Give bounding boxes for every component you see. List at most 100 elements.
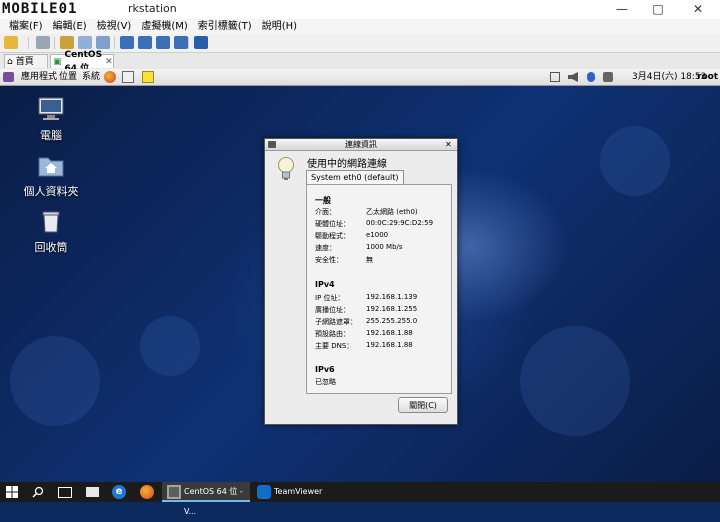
connection-info-dialog: 連線資訊 ✕ 使用中的網路連線 System eth0 (default) 一般… [264, 138, 458, 425]
window-title: rkstation [128, 2, 177, 15]
menubar: 檔案(F) 編輯(E) 檢視(V) 虛擬機(M) 索引標籤(T) 說明(H) [0, 19, 720, 34]
gnome-top-panel: 應用程式 位置 系統 3月4日(六) 18:53 root [0, 69, 720, 86]
thumbnail-icon[interactable] [138, 36, 152, 49]
info-value: 無 [366, 256, 373, 264]
firefox-icon[interactable] [140, 485, 154, 499]
menu-view[interactable]: 檢視(V) [92, 19, 137, 34]
trash-icon [42, 211, 60, 233]
tab-home-label: 首頁 [15, 56, 34, 67]
teamviewer-icon [257, 485, 271, 499]
desktop-icon-label: 回收筒 [34, 241, 68, 254]
info-key: 主要 DNS： [315, 342, 354, 350]
vm-icon: ▣ [53, 56, 62, 67]
dialog-heading: 使用中的網路連線 [307, 159, 387, 170]
tab-system-eth0[interactable]: System eth0 (default) [306, 170, 404, 185]
close-window-button[interactable]: ✕ [684, 0, 712, 19]
mail-icon[interactable] [86, 487, 99, 497]
section-ipv6-title: IPv6 [315, 365, 335, 374]
info-value: 192.168.1.88 [366, 329, 413, 337]
toolbar-separator [54, 37, 55, 49]
info-key: 硬體位址： [315, 220, 350, 228]
info-key: 子網路遮罩： [315, 318, 357, 326]
toolbar [0, 34, 720, 53]
lightbulb-icon [278, 157, 294, 180]
power-icon[interactable] [4, 36, 18, 49]
centos-logo-icon [3, 72, 14, 82]
wallpaper-bokeh [10, 336, 100, 426]
info-key: 介面： [315, 208, 336, 216]
desktop-icon-label: 電腦 [40, 129, 62, 142]
mail-icon[interactable] [122, 71, 134, 83]
info-value: 255.255.255.0 [366, 317, 418, 325]
info-key: 廣播位址： [315, 306, 350, 314]
firefox-icon[interactable] [104, 71, 116, 83]
task-view-icon[interactable] [58, 487, 72, 498]
site-logo: MOBILE01 [2, 1, 78, 17]
menu-help[interactable]: 說明(H) [257, 19, 302, 34]
wallpaper-bokeh [140, 316, 200, 376]
applications-menu[interactable]: 應用程式 [21, 69, 57, 85]
panel-user[interactable]: root [697, 69, 718, 85]
desktop-icon-computer[interactable]: 電腦 [11, 96, 91, 143]
toolbar-separator [188, 37, 189, 49]
maximize-button[interactable]: □ [644, 0, 672, 19]
info-key: 驅動程式： [315, 232, 350, 240]
wallpaper-bokeh [600, 126, 670, 196]
sidebar-toggle-icon[interactable] [120, 36, 134, 49]
menu-tabs[interactable]: 索引標籤(T) [193, 19, 257, 34]
info-key: IP 位址： [315, 294, 345, 302]
tab-home[interactable]: ⌂ 首頁 [4, 54, 48, 68]
dialog-close-icon[interactable]: ✕ [445, 139, 452, 150]
close-button[interactable]: 關閉(C) [398, 397, 448, 413]
taskbar-teamviewer-label: TeamViewer [274, 487, 323, 496]
info-key: 安全性： [315, 256, 343, 264]
computer-icon [38, 97, 64, 120]
toolbar-separator [114, 37, 115, 49]
send-keys-icon[interactable] [36, 36, 50, 49]
info-value: e1000 [366, 231, 389, 239]
console-view-icon[interactable] [194, 36, 208, 49]
search-icon[interactable] [32, 486, 44, 498]
taskbar-teamviewer[interactable]: TeamViewer [252, 482, 332, 502]
section-ipv4-title: IPv4 [315, 280, 335, 289]
fullscreen-icon[interactable] [156, 36, 170, 49]
wallpaper-bokeh [520, 326, 630, 436]
edge-icon[interactable]: e [112, 485, 126, 499]
info-value: 乙太網路 (eth0) [366, 208, 418, 216]
desktop-icon-trash[interactable]: 回收筒 [11, 208, 91, 255]
bluetooth-icon[interactable] [587, 72, 595, 82]
section-general-title: 一般 [315, 196, 331, 205]
places-menu[interactable]: 位置 [59, 69, 77, 85]
toolbar-separator [28, 37, 29, 49]
info-value: 192.168.1.139 [366, 293, 418, 301]
menu-vm[interactable]: 虛擬機(M) [136, 19, 192, 34]
connection-details-panel: 一般 介面： 乙太網路 (eth0) 硬體位址： 00:0C:29:9C:D2:… [306, 184, 452, 394]
minimize-button[interactable]: — [608, 0, 636, 19]
home-folder-icon [38, 157, 64, 177]
panel-clock[interactable]: 3月4日(六) 18:53 [632, 69, 706, 85]
tab-centos[interactable]: ▣ CentOS 64 位 ✕ [50, 50, 114, 74]
dialog-titlebar[interactable]: 連線資訊 ✕ [265, 139, 457, 151]
menu-edit[interactable]: 編輯(E) [48, 19, 92, 34]
windows-taskbar: e CentOS 64 位 - V... TeamViewer [0, 482, 720, 516]
info-key: 預設路由： [315, 330, 350, 338]
notes-icon[interactable] [142, 71, 154, 83]
info-value: 1000 Mb/s [366, 243, 403, 251]
info-key: 速度： [315, 244, 336, 252]
windows-start-icon[interactable] [6, 486, 18, 498]
menu-file[interactable]: 檔案(F) [4, 19, 48, 34]
info-value: 00:0C:29:9C:D2:59 [366, 219, 434, 227]
desktop-icon-home[interactable]: 個人資料夾 [11, 152, 91, 199]
tab-close-icon[interactable]: ✕ [105, 55, 113, 69]
volume-icon[interactable] [568, 72, 578, 82]
system-menu[interactable]: 系統 [82, 69, 100, 85]
tray-app-icon[interactable] [603, 72, 613, 82]
vmware-icon [167, 485, 181, 499]
info-value: 192.168.1.255 [366, 305, 418, 313]
desktop-icon-label: 個人資料夾 [23, 185, 79, 198]
info-value: 192.168.1.88 [366, 341, 413, 349]
app-titlebar: MOBILE01 rkstation — □ ✕ [0, 0, 720, 20]
unity-icon[interactable] [174, 36, 188, 49]
network-icon[interactable] [550, 72, 560, 82]
taskbar-vmware[interactable]: CentOS 64 位 - V... [162, 482, 250, 516]
